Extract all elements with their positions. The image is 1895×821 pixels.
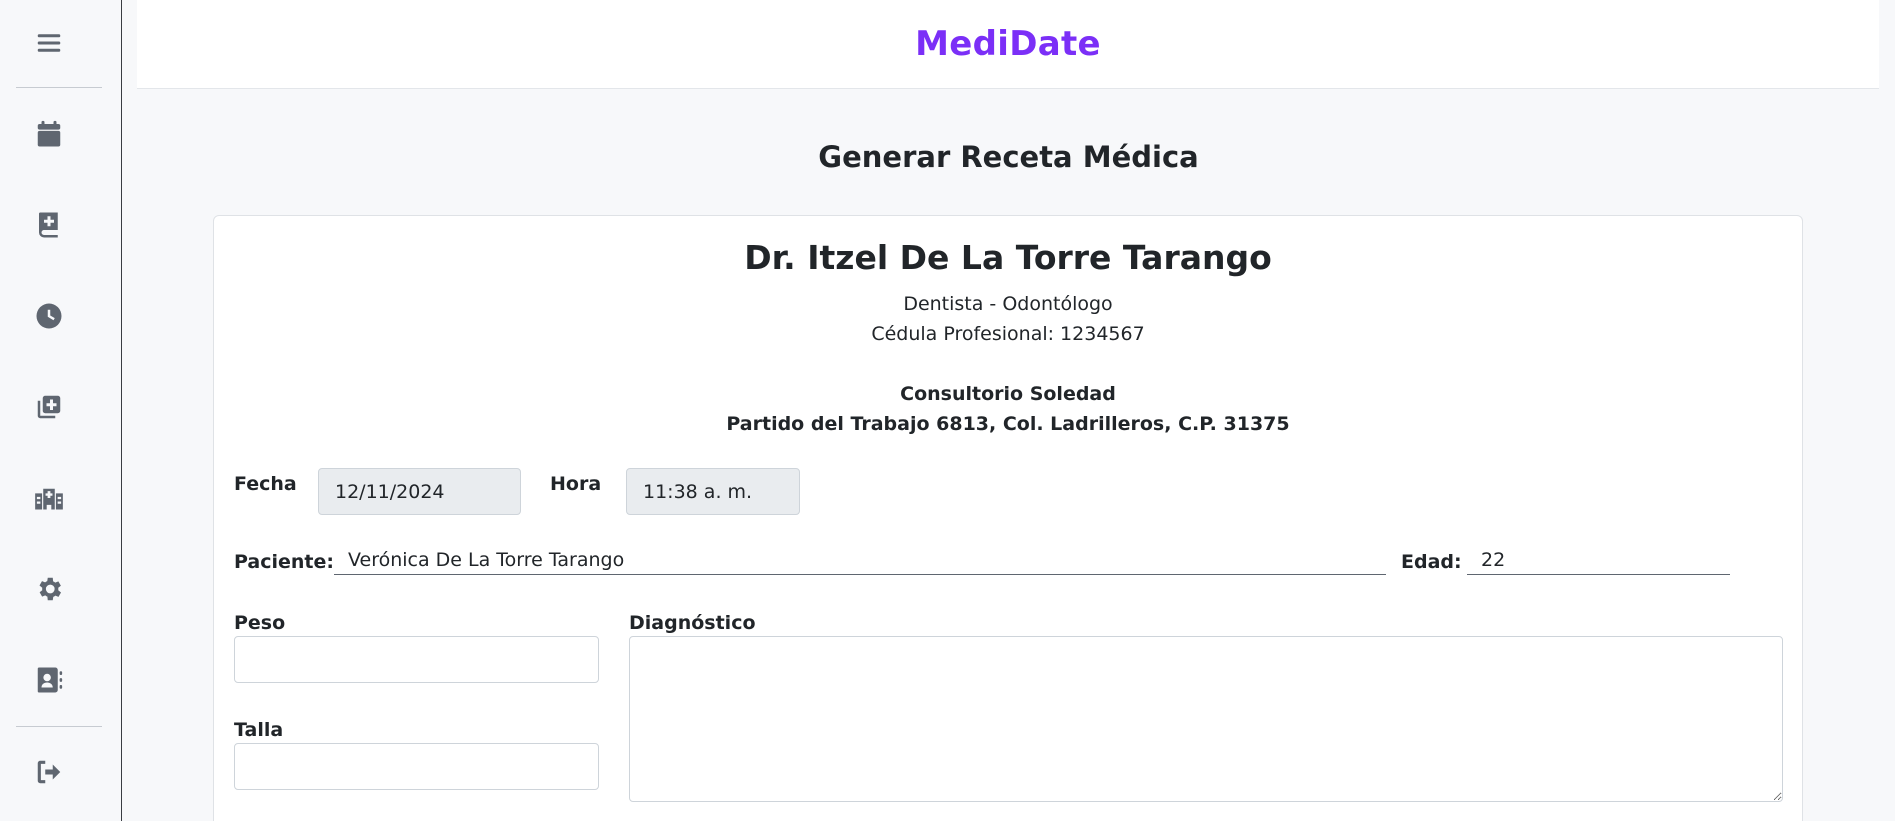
paciente-field[interactable] [334, 545, 1386, 575]
prescription-card: Dr. Itzel De La Torre Tarango Dentista -… [213, 215, 1803, 821]
hora-label: Hora [550, 473, 602, 495]
peso-input[interactable] [234, 636, 599, 683]
sidebar [0, 0, 122, 821]
clock-icon [36, 303, 62, 329]
diagnostico-textarea[interactable] [629, 636, 1783, 802]
calendar-icon [37, 120, 61, 147]
edad-label: Edad: [1401, 551, 1462, 573]
logout-icon [37, 760, 61, 784]
edad-field[interactable] [1467, 545, 1730, 575]
hospital-icon [35, 488, 63, 510]
sidebar-divider [16, 726, 102, 727]
clinic-name: Consultorio Soledad [900, 383, 1116, 405]
doctor-name: Dr. Itzel De La Torre Tarango [744, 238, 1272, 277]
sidebar-item-clinics[interactable] [25, 474, 73, 522]
doctor-license: Cédula Profesional: 1234567 [871, 323, 1145, 345]
add-copy-icon [37, 395, 61, 419]
sidebar-item-settings[interactable] [25, 565, 73, 613]
fecha-field[interactable]: 12/11/2024 [318, 468, 521, 515]
gear-icon [39, 577, 62, 601]
sidebar-item-add-record[interactable] [25, 383, 73, 431]
clinic-address: Partido del Trabajo 6813, Col. Ladriller… [726, 413, 1290, 435]
contact-card-icon [37, 667, 63, 693]
doctor-specialty: Dentista - Odontólogo [903, 293, 1113, 315]
sidebar-item-history[interactable] [25, 292, 73, 340]
diagnostico-label: Diagnóstico [629, 612, 756, 634]
peso-label: Peso [234, 612, 286, 634]
menu-toggle-button[interactable] [25, 19, 73, 67]
medical-book-icon [39, 212, 58, 238]
brand-logo[interactable]: MediDate [915, 24, 1101, 64]
page-title: Generar Receta Médica [818, 140, 1199, 174]
sidebar-divider [16, 87, 102, 88]
sidebar-item-calendar[interactable] [25, 110, 73, 158]
top-bar: MediDate [137, 0, 1879, 89]
fecha-label: Fecha [234, 473, 297, 495]
sidebar-item-medical-record[interactable] [25, 201, 73, 249]
hora-field[interactable]: 11:38 a. m. [626, 468, 800, 515]
talla-input[interactable] [234, 743, 599, 790]
logout-button[interactable] [25, 748, 73, 796]
menu-icon [37, 34, 61, 52]
talla-label: Talla [234, 719, 284, 741]
sidebar-item-contacts[interactable] [25, 656, 73, 704]
paciente-label: Paciente: [234, 551, 334, 573]
